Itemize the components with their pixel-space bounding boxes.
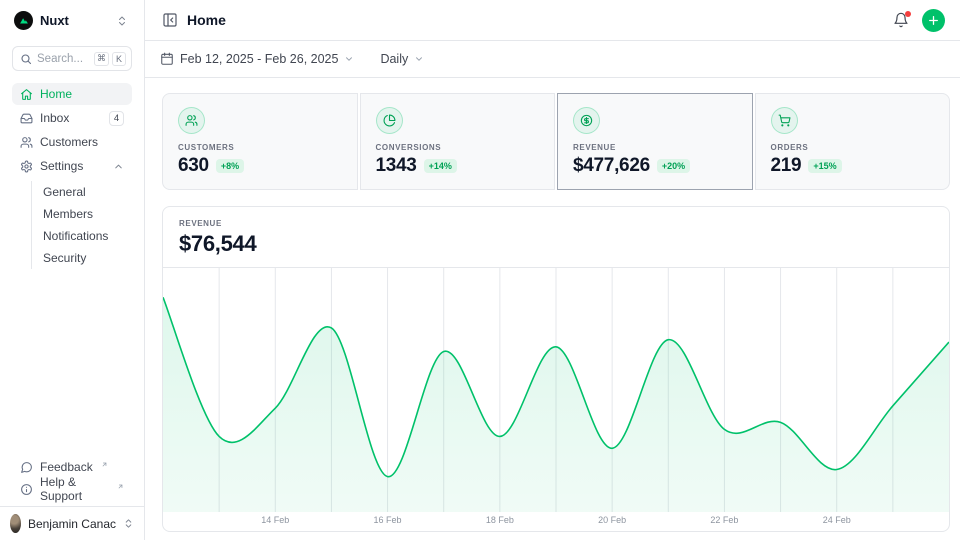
stat-label: CUSTOMERS <box>178 143 342 152</box>
help-support-label: Help & Support <box>40 475 109 503</box>
stats-row: CUSTOMERS 630 +8% CONVERSIONS 1343 +14% <box>162 93 950 190</box>
gear-icon <box>20 160 33 173</box>
search-shortcut: ⌘ K <box>94 52 126 66</box>
inbox-icon <box>20 112 33 125</box>
main-area: Home Feb 12, 2025 - Feb 26, 2025 <box>145 0 960 540</box>
x-axis: 14 Feb 16 Feb 18 Feb 20 Feb 22 Feb 24 Fe… <box>163 512 949 531</box>
chevrons-up-down-icon <box>116 15 128 27</box>
stat-delta-badge: +14% <box>424 159 457 173</box>
sidebar: Nuxt ⌘ K Ho <box>0 0 145 540</box>
stat-value: 1343 <box>376 155 417 177</box>
chart-plot[interactable] <box>163 268 949 512</box>
add-button[interactable] <box>922 9 945 32</box>
panel-left-close-icon <box>162 12 178 28</box>
shopping-cart-icon <box>771 107 798 134</box>
arrow-up-right-icon <box>101 461 108 468</box>
sidebar-item-notifications[interactable]: Notifications <box>43 225 132 247</box>
sidebar-nav: Home Inbox 4 Customers <box>12 83 132 269</box>
app-window: Nuxt ⌘ K Ho <box>0 0 960 540</box>
sidebar-collapse-button[interactable] <box>160 10 180 30</box>
nuxt-logo-icon <box>14 11 33 30</box>
kbd-cmd: ⌘ <box>94 52 109 66</box>
notifications-button[interactable] <box>891 10 911 30</box>
home-icon <box>20 88 33 101</box>
x-axis-tick: 24 Feb <box>823 515 851 525</box>
chevrons-up-down-icon <box>123 518 134 529</box>
sidebar-footer-links: Feedback Help & Support <box>0 456 144 506</box>
team-switcher[interactable]: Nuxt <box>12 8 132 33</box>
inbox-count-badge: 4 <box>109 111 124 126</box>
search-input[interactable] <box>37 53 89 65</box>
sidebar-item-general[interactable]: General <box>43 181 132 203</box>
sidebar-item-members[interactable]: Members <box>43 203 132 225</box>
chart-metric-label: REVENUE <box>179 219 933 228</box>
area-chart[interactable] <box>163 268 949 512</box>
revenue-chart-card: REVENUE $76,544 14 Feb 16 Feb 18 Feb 20 … <box>162 206 950 532</box>
notification-dot <box>905 11 911 17</box>
settings-sub-list: General Members Notifications Security <box>31 181 132 269</box>
stat-value: 219 <box>771 155 802 177</box>
chevron-up-icon <box>113 161 124 172</box>
sidebar-item-security[interactable]: Security <box>43 247 132 269</box>
calendar-icon <box>160 52 174 66</box>
stat-card-customers[interactable]: CUSTOMERS 630 +8% <box>162 93 358 190</box>
message-circle-icon <box>20 461 33 474</box>
stat-card-conversions[interactable]: CONVERSIONS 1343 +14% <box>360 93 556 190</box>
chevron-down-icon <box>344 54 354 64</box>
chart-header: REVENUE $76,544 <box>163 207 949 268</box>
sidebar-item-label: Inbox <box>40 111 69 125</box>
workspace-name: Nuxt <box>40 13 109 28</box>
search-icon <box>20 53 32 65</box>
stat-delta-badge: +15% <box>808 159 841 173</box>
stat-value: 630 <box>178 155 209 177</box>
circle-dollar-icon <box>573 107 600 134</box>
stat-delta-badge: +8% <box>216 159 244 173</box>
dashboard-content: CUSTOMERS 630 +8% CONVERSIONS 1343 +14% <box>145 78 960 532</box>
chart-metric-value: $76,544 <box>179 231 933 257</box>
stat-label: REVENUE <box>573 143 737 152</box>
x-axis-tick: 16 Feb <box>374 515 402 525</box>
sidebar-item-home[interactable]: Home <box>12 83 132 105</box>
top-header: Home <box>145 0 960 41</box>
user-menu[interactable]: Benjamin Canac <box>0 506 144 540</box>
sidebar-item-settings[interactable]: Settings <box>12 155 132 177</box>
search-input-wrapper: ⌘ K <box>12 46 132 71</box>
page-title: Home <box>187 12 226 28</box>
users-icon <box>178 107 205 134</box>
date-range-button[interactable]: Feb 12, 2025 - Feb 26, 2025 <box>160 52 354 66</box>
sidebar-item-inbox[interactable]: Inbox 4 <box>12 107 132 129</box>
info-circle-icon <box>20 483 33 496</box>
pie-chart-icon <box>376 107 403 134</box>
x-axis-tick: 18 Feb <box>486 515 514 525</box>
chevron-down-icon <box>414 54 424 64</box>
stat-card-orders[interactable]: ORDERS 219 +15% <box>755 93 951 190</box>
x-axis-tick: 20 Feb <box>598 515 626 525</box>
filters-toolbar: Feb 12, 2025 - Feb 26, 2025 Daily <box>145 41 960 78</box>
user-name: Benjamin Canac <box>28 517 116 531</box>
help-support-link[interactable]: Help & Support <box>12 478 132 500</box>
stat-label: CONVERSIONS <box>376 143 540 152</box>
users-icon <box>20 136 33 149</box>
period-label: Daily <box>380 52 408 66</box>
date-range-label: Feb 12, 2025 - Feb 26, 2025 <box>180 52 338 66</box>
x-axis-tick: 14 Feb <box>261 515 289 525</box>
feedback-label: Feedback <box>40 460 93 474</box>
x-axis-tick: 22 Feb <box>710 515 738 525</box>
sidebar-item-label: Home <box>40 87 72 101</box>
sidebar-item-customers[interactable]: Customers <box>12 131 132 153</box>
stat-card-revenue[interactable]: REVENUE $477,626 +20% <box>557 93 753 190</box>
kbd-k: K <box>112 52 126 66</box>
arrow-up-right-icon <box>117 483 124 490</box>
stat-label: ORDERS <box>771 143 935 152</box>
stat-value: $477,626 <box>573 155 650 177</box>
stat-delta-badge: +20% <box>657 159 690 173</box>
sidebar-item-label: Customers <box>40 135 98 149</box>
period-select-button[interactable]: Daily <box>380 52 424 66</box>
sidebar-item-label: Settings <box>40 159 83 173</box>
avatar <box>10 514 21 533</box>
plus-icon <box>927 14 940 27</box>
